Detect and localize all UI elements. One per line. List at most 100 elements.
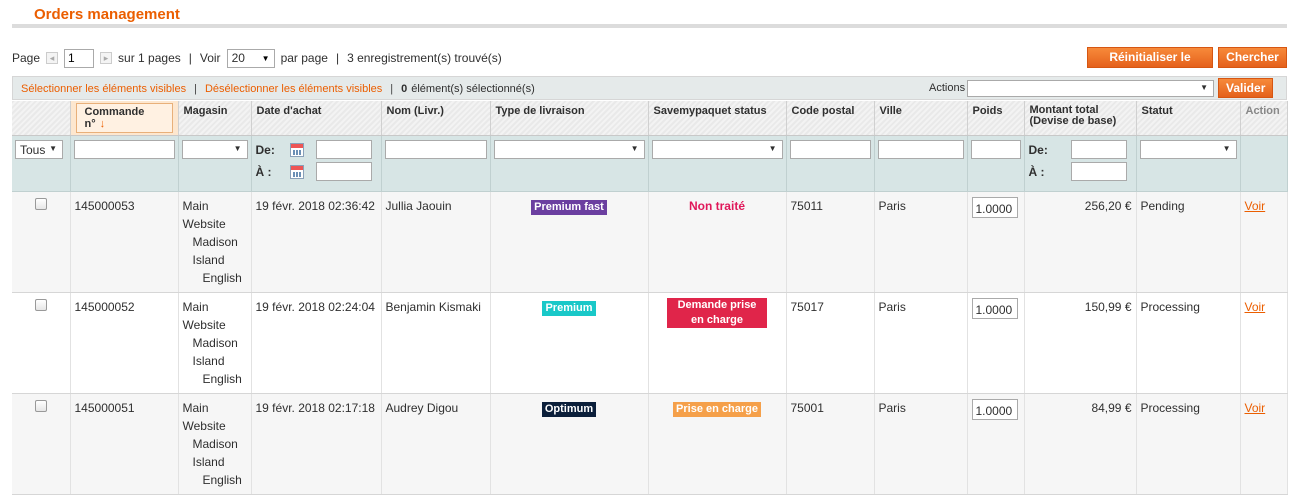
row-checkbox[interactable] bbox=[34, 399, 47, 412]
total-to-input[interactable] bbox=[1070, 162, 1127, 181]
select-all-value: Tous bbox=[20, 142, 46, 157]
view-order-link[interactable]: Voir bbox=[1245, 199, 1266, 213]
status-filter-select[interactable]: ▼ bbox=[1139, 139, 1237, 159]
sm-status-cell: Prise en charge bbox=[648, 393, 787, 495]
prev-page-icon[interactable]: ◂ bbox=[46, 52, 59, 64]
city: Paris bbox=[874, 292, 968, 394]
selected-label: élément(s) sélectionné(s) bbox=[411, 83, 535, 95]
per-page-select[interactable]: 20 ▼ bbox=[226, 48, 275, 68]
row-checkbox[interactable] bbox=[34, 298, 47, 311]
weight-cell: 1.0000 bbox=[967, 292, 1025, 394]
action-cell: Voir bbox=[1240, 393, 1288, 495]
date-to-input[interactable] bbox=[315, 162, 372, 181]
delivery-filter-select[interactable]: ▼ bbox=[493, 139, 645, 159]
next-page-icon[interactable]: ▸ bbox=[100, 52, 113, 64]
col-header-sm-status[interactable]: Savemypaquet status bbox=[648, 101, 787, 136]
table-row[interactable]: 145000053 Main Website Madison Island English… bbox=[12, 191, 1288, 293]
weight-input[interactable]: 1.0000 bbox=[971, 196, 1018, 218]
unselect-visible-link[interactable]: Désélectionner les éléments visibles bbox=[205, 83, 382, 95]
grand-total: 256,20 € bbox=[1024, 191, 1137, 293]
order-number: 145000053 bbox=[70, 191, 179, 293]
col-header-city[interactable]: Ville bbox=[874, 101, 968, 136]
store-line: English bbox=[202, 472, 242, 487]
sorted-header[interactable]: Commande n° ↓ bbox=[75, 103, 173, 133]
row-checkbox[interactable] bbox=[34, 197, 47, 210]
store-filter-select[interactable]: ▼ bbox=[181, 139, 248, 159]
chevron-down-icon: ▼ bbox=[233, 143, 242, 153]
total-to-row: À : bbox=[1025, 161, 1136, 183]
weight-filter-input[interactable] bbox=[970, 139, 1021, 159]
action-filter-cell bbox=[1240, 135, 1288, 192]
col-header-order-label: Commande n° bbox=[84, 106, 145, 130]
total-from-input[interactable] bbox=[1070, 140, 1127, 159]
page-number-input[interactable] bbox=[64, 48, 95, 68]
sm-status-filter-select[interactable]: ▼ bbox=[651, 139, 783, 159]
search-button[interactable]: Chercher bbox=[1218, 47, 1287, 68]
sm-status-badge: Prise en charge bbox=[673, 401, 761, 417]
view-label: Voir bbox=[199, 51, 221, 65]
store-line: Website bbox=[182, 216, 226, 231]
col-header-name[interactable]: Nom (Livr.) bbox=[381, 101, 491, 136]
pager: Page ◂ ▸ sur 1 pages | Voir 20 ▼ par pag… bbox=[12, 47, 502, 69]
store-cell: Main Website Madison Island English bbox=[178, 393, 252, 495]
col-header-total[interactable]: Montant total (Devise de base) bbox=[1024, 101, 1137, 136]
order-number: 145000052 bbox=[70, 292, 179, 394]
chevron-down-icon: ▼ bbox=[630, 143, 639, 153]
view-order-link[interactable]: Voir bbox=[1245, 300, 1266, 314]
delivery-cell: Premium bbox=[490, 292, 649, 394]
actions-label: Actions bbox=[929, 82, 966, 94]
select-visible-link[interactable]: Sélectionner les éléments visibles bbox=[21, 83, 186, 95]
col-header-postcode[interactable]: Code postal bbox=[786, 101, 875, 136]
actions-select[interactable]: ▼ bbox=[967, 80, 1214, 97]
calendar-icon[interactable] bbox=[289, 164, 304, 179]
pager-separator: | bbox=[188, 51, 192, 65]
action-cell: Voir bbox=[1240, 292, 1288, 394]
date-from-input[interactable] bbox=[315, 140, 372, 159]
store-line: English bbox=[202, 371, 242, 386]
total-to-label: À : bbox=[1028, 164, 1045, 179]
shipping-name: Benjamin Kismaki bbox=[381, 292, 491, 394]
weight-input[interactable]: 1.0000 bbox=[971, 398, 1018, 420]
total-from-row: De: bbox=[1025, 139, 1136, 161]
delivery-badge: Premium fast bbox=[531, 199, 607, 215]
col-header-date[interactable]: Date d'achat bbox=[251, 101, 382, 136]
col-header-delivery[interactable]: Type de livraison bbox=[490, 101, 649, 136]
sm-status-text: Non traité bbox=[688, 198, 745, 213]
submit-button[interactable]: Valider bbox=[1218, 78, 1273, 98]
col-header-status[interactable]: Statut bbox=[1136, 101, 1241, 136]
store-cell: Main Website Madison Island English bbox=[178, 191, 252, 293]
sort-desc-icon: ↓ bbox=[99, 118, 106, 130]
calendar-icon[interactable] bbox=[289, 142, 304, 157]
chevron-down-icon: ▼ bbox=[768, 143, 777, 153]
col-header-checkbox bbox=[12, 101, 71, 136]
shipping-name: Jullia Jaouin bbox=[381, 191, 491, 293]
store-line: Main bbox=[182, 400, 209, 415]
col-header-weight[interactable]: Poids bbox=[967, 101, 1025, 136]
weight-input[interactable]: 1.0000 bbox=[971, 297, 1018, 319]
reset-filter-button[interactable]: Réinitialiser le filtre bbox=[1087, 47, 1213, 83]
col-header-store[interactable]: Magasin bbox=[178, 101, 252, 136]
order-status: Processing bbox=[1136, 292, 1241, 394]
weight-cell: 1.0000 bbox=[967, 393, 1025, 495]
page-title: Orders management bbox=[34, 6, 180, 23]
per-page-label: par page bbox=[280, 51, 328, 65]
massaction-separator: | bbox=[194, 83, 197, 95]
shipping-name: Audrey Digou bbox=[381, 393, 491, 495]
view-order-link[interactable]: Voir bbox=[1245, 401, 1266, 415]
order-status: Processing bbox=[1136, 393, 1241, 495]
postcode-filter-input[interactable] bbox=[789, 139, 871, 159]
col-header-order[interactable]: Commande n° ↓ bbox=[70, 101, 179, 136]
order-filter-input[interactable] bbox=[73, 139, 175, 159]
store-cell: Main Website Madison Island English bbox=[178, 292, 252, 394]
table-row[interactable]: 145000052 Main Website Madison Island English… bbox=[12, 292, 1288, 394]
table-row[interactable]: 145000051 Main Website Madison Island English… bbox=[12, 393, 1288, 495]
sm-status-cell: Demande prise en charge bbox=[648, 292, 787, 394]
name-filter-input[interactable] bbox=[384, 139, 487, 159]
title-divider bbox=[12, 24, 1287, 28]
massaction-filter-select[interactable]: Tous ▼ bbox=[15, 139, 63, 159]
date-from-row: De: bbox=[252, 139, 381, 161]
city-filter-input[interactable] bbox=[877, 139, 964, 159]
city: Paris bbox=[874, 191, 968, 293]
store-line: Madison bbox=[192, 234, 238, 249]
store-line: Website bbox=[182, 418, 226, 433]
